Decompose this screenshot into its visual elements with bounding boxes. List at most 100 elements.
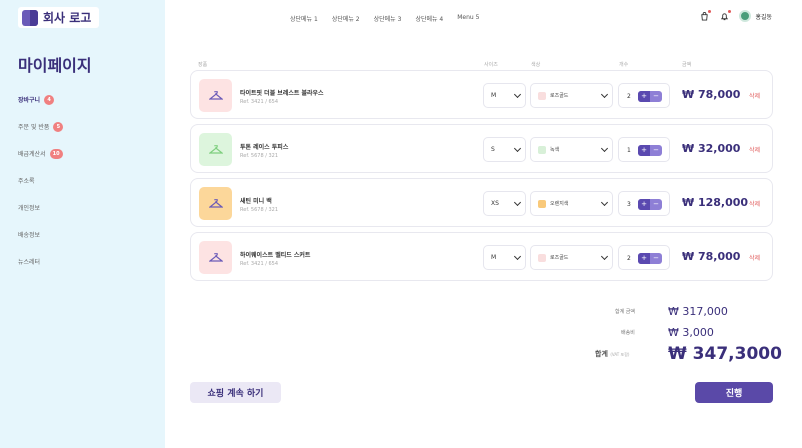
quantity-value: 1 — [627, 147, 631, 154]
delete-button[interactable]: 삭제 — [749, 253, 760, 262]
quantity-value: 3 — [627, 201, 631, 208]
chevron-down-icon — [513, 252, 522, 261]
size-select[interactable]: XS — [483, 191, 526, 216]
page-title: 마이페이지 — [18, 56, 92, 75]
color-select[interactable]: 오렌지색 — [530, 191, 613, 216]
header-actions: 홍길동 — [689, 10, 772, 22]
hanger-icon — [208, 144, 223, 154]
color-select[interactable]: 로즈골드 — [530, 83, 613, 108]
product-ref: Ref. 3421 / 654 — [240, 261, 279, 267]
cart-row: 투톤 레이스 투피스 Ref. 5678 / 321 S 녹색 1 + − ₩ 32… — [190, 124, 773, 173]
color-value: 녹색 — [550, 147, 560, 153]
size-select[interactable]: M — [483, 83, 526, 108]
shipping-value: ₩ 3,000 — [668, 326, 714, 339]
size-select[interactable]: M — [483, 245, 526, 270]
sidebar-item-profile[interactable]: 개인정보 — [18, 194, 63, 221]
chevron-down-icon — [600, 198, 609, 207]
delete-button[interactable]: 삭제 — [749, 199, 760, 208]
grand-total-text: 합계 — [595, 350, 608, 358]
column-header-size: 사이즈 — [484, 62, 498, 68]
minus-button[interactable]: − — [650, 91, 662, 102]
plus-button[interactable]: + — [638, 145, 650, 156]
product-thumbnail — [199, 133, 232, 166]
color-value: 오렌지색 — [550, 201, 569, 207]
quantity-stepper: 2 + − — [618, 83, 670, 108]
plus-button[interactable]: + — [638, 199, 650, 210]
sidebar-item-shipping[interactable]: 배송정보 — [18, 221, 63, 248]
sidebar-item-invoices[interactable]: 배급계산서 10 — [18, 140, 63, 167]
top-nav-item-4[interactable]: 상단메뉴 4 — [415, 14, 443, 23]
chevron-down-icon — [600, 252, 609, 261]
quantity-value: 2 — [627, 93, 631, 100]
product-name[interactable]: 투톤 레이스 투피스 — [240, 142, 288, 151]
color-value: 로즈골드 — [550, 255, 569, 261]
continue-shopping-button[interactable]: 쇼핑 계속 하기 — [190, 382, 281, 403]
sidebar-item-cart[interactable]: 장바구니 4 — [18, 86, 63, 113]
username[interactable]: 홍길동 — [755, 12, 772, 21]
column-header-product: 장품 — [198, 62, 208, 68]
top-nav-item-3[interactable]: 상단메뉴 3 — [374, 14, 402, 23]
sidebar-item-addresses[interactable]: 주소록 — [18, 167, 63, 194]
minus-button[interactable]: − — [650, 199, 662, 210]
avatar[interactable] — [739, 10, 752, 22]
bell-icon[interactable] — [719, 10, 732, 21]
minus-button[interactable]: − — [650, 253, 662, 264]
quantity-stepper: 3 + − — [618, 191, 670, 216]
hanger-icon — [208, 252, 223, 262]
delete-button[interactable]: 삭제 — [749, 145, 760, 154]
sidebar-item-newsletter[interactable]: 뉴스레터 — [18, 248, 63, 275]
product-name[interactable]: 하이웨이스트 벨티드 스커트 — [240, 250, 310, 259]
color-swatch — [538, 145, 546, 154]
product-thumbnail — [199, 79, 232, 112]
top-nav-item-2[interactable]: 상단메뉴 2 — [332, 14, 360, 23]
product-thumbnail — [199, 241, 232, 274]
color-swatch — [538, 199, 546, 208]
top-nav-item-1[interactable]: 상단메뉴 1 — [290, 14, 318, 23]
company-logo[interactable]: 회사 로고 — [18, 7, 100, 28]
minus-button[interactable]: − — [650, 145, 662, 156]
count-badge: 10 — [49, 148, 63, 159]
count-badge: 5 — [53, 121, 64, 132]
sidebar-item-label: 개인정보 — [18, 205, 41, 212]
sidebar-item-label: 장바구니 — [18, 97, 41, 104]
sidebar-nav: 장바구니 4 주문 및 반품 5 배급계산서 10 주소록 개인정보 배송정보 뉴스레… — [18, 86, 64, 275]
product-price: ₩ 78,000 — [682, 88, 741, 101]
sidebar-item-label: 뉴스레터 — [18, 259, 41, 266]
sidebar-item-label: 배급계산서 — [18, 151, 46, 158]
color-select[interactable]: 녹색 — [530, 137, 613, 162]
logo-icon — [22, 9, 38, 26]
chevron-down-icon — [600, 144, 609, 153]
plus-button[interactable]: + — [638, 91, 650, 102]
sidebar-item-label: 주소록 — [18, 178, 35, 185]
column-header-color: 색상 — [531, 62, 541, 68]
color-select[interactable]: 로즈골드 — [530, 245, 613, 270]
color-value: 로즈골드 — [550, 93, 569, 99]
color-swatch — [538, 91, 546, 100]
product-thumbnail — [199, 187, 232, 220]
product-price: ₩ 128,000 — [682, 196, 749, 209]
cart-icon[interactable] — [699, 10, 712, 21]
plus-button[interactable]: + — [638, 253, 650, 264]
chevron-down-icon — [513, 198, 522, 207]
count-badge: 4 — [44, 94, 55, 105]
product-price: ₩ 32,000 — [682, 142, 741, 155]
size-value: M — [491, 92, 497, 99]
top-nav: 상단메뉴 1 상단메뉴 2 상단메뉴 3 상단메뉴 4 Menu 5 — [290, 14, 493, 23]
size-select[interactable]: S — [483, 137, 526, 162]
hanger-icon — [208, 90, 223, 100]
top-nav-item-5[interactable]: Menu 5 — [457, 14, 479, 23]
sidebar-item-orders[interactable]: 주문 및 반품 5 — [18, 113, 64, 140]
product-ref: Ref. 5678 / 321 — [240, 153, 279, 159]
delete-button[interactable]: 삭제 — [749, 91, 760, 100]
quantity-stepper: 1 + − — [618, 137, 670, 162]
column-header-qty: 개수 — [619, 62, 629, 68]
product-price: ₩ 78,000 — [682, 250, 741, 263]
product-ref: Ref. 5678 / 321 — [240, 207, 279, 213]
proceed-button[interactable]: 진행 — [695, 382, 773, 403]
sidebar: 회사 로고 마이페이지 장바구니 4 주문 및 반품 5 배급계산서 10 주소록 개… — [0, 0, 165, 448]
product-name[interactable]: 새틴 미니 백 — [240, 196, 272, 205]
column-header-amount: 금액 — [682, 62, 692, 68]
product-name[interactable]: 타이트핏 더블 브레스트 블라우스 — [240, 88, 324, 97]
cart-row: 하이웨이스트 벨티드 스커트 Ref. 3421 / 654 M 로즈골드 2 +… — [190, 232, 773, 281]
size-value: M — [491, 254, 497, 261]
